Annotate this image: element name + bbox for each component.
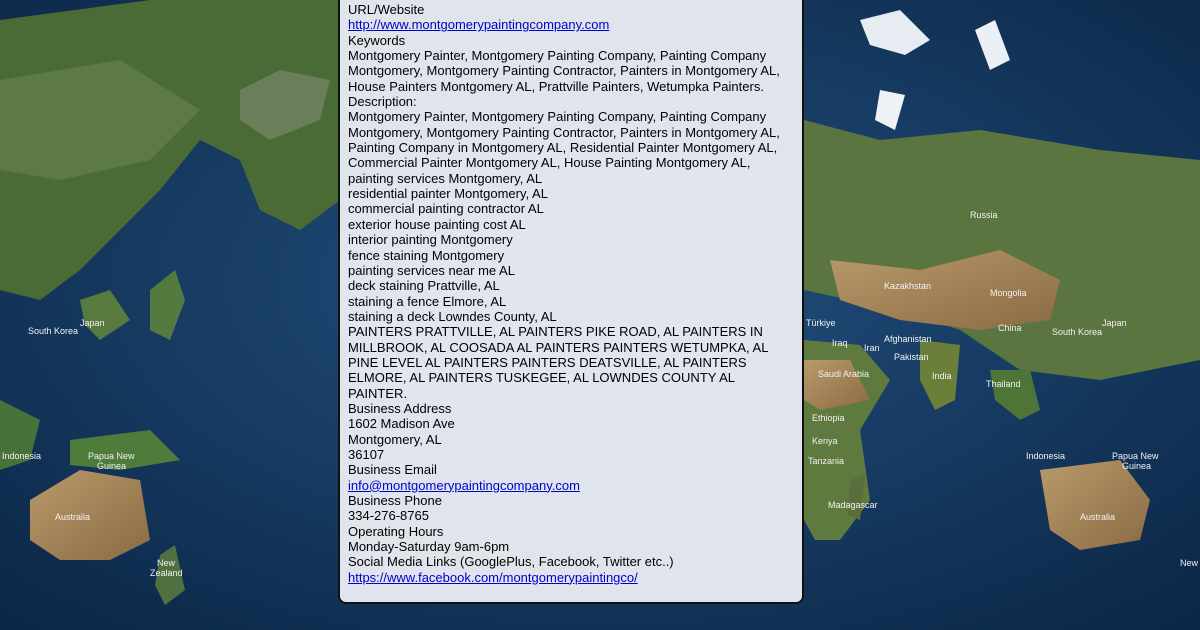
svg-text:Japan: Japan bbox=[1102, 318, 1127, 328]
address-label: Business Address bbox=[348, 400, 452, 416]
svg-text:Indonesia: Indonesia bbox=[2, 451, 41, 461]
address-street: 1602 Madison Ave bbox=[348, 416, 455, 432]
phone-label: Business Phone bbox=[348, 493, 442, 508]
svg-text:Papua New: Papua New bbox=[1112, 451, 1159, 461]
description-line: staining a deck Lowndes County, AL bbox=[348, 308, 557, 324]
keywords-text: Montgomery Painter, Montgomery Painting … bbox=[348, 48, 780, 94]
svg-text:Mongolia: Mongolia bbox=[990, 288, 1027, 298]
description-line: fence staining Montgomery bbox=[348, 247, 505, 263]
description-line: interior painting Montgomery bbox=[348, 232, 513, 248]
svg-text:Guinea: Guinea bbox=[1122, 461, 1151, 471]
facebook-link[interactable]: https://www.facebook.com/montgomerypaint… bbox=[348, 570, 802, 585]
svg-text:Afghanistan: Afghanistan bbox=[884, 334, 932, 344]
svg-text:Australia: Australia bbox=[55, 512, 90, 522]
description-service-areas: PAINTERS PRATTVILLE, AL PAINTERS PIKE RO… bbox=[348, 324, 768, 401]
website-link[interactable]: http://www.montgomerypaintingcompany.com bbox=[348, 17, 802, 32]
svg-text:Saudi Arabia: Saudi Arabia bbox=[818, 369, 869, 379]
svg-text:Papua New: Papua New bbox=[88, 451, 135, 461]
hours-label: Operating Hours bbox=[348, 523, 444, 539]
svg-text:Guinea: Guinea bbox=[97, 461, 126, 471]
svg-text:Tanzania: Tanzania bbox=[808, 456, 844, 466]
description-line: residential painter Montgomery, AL bbox=[348, 186, 548, 202]
address-zip: 36107 bbox=[348, 446, 385, 462]
svg-text:South Korea: South Korea bbox=[1052, 327, 1102, 337]
url-label: URL/Website bbox=[348, 2, 425, 17]
svg-text:Kenya: Kenya bbox=[812, 436, 838, 446]
phone-number: 334-276-8765 bbox=[348, 508, 429, 524]
description-line: staining a fence Elmore, AL bbox=[348, 293, 507, 309]
description-line: commercial painting contractor AL bbox=[348, 201, 544, 217]
svg-text:Iran: Iran bbox=[864, 343, 880, 353]
hours-value: Monday-Saturday 9am-6pm bbox=[348, 539, 510, 555]
svg-text:Australia: Australia bbox=[1080, 512, 1115, 522]
svg-text:Indonesia: Indonesia bbox=[1026, 451, 1065, 461]
business-listing-card: URL/Website http://www.montgomerypaintin… bbox=[338, 0, 804, 604]
svg-text:Zealand: Zealand bbox=[150, 568, 183, 578]
email-label: Business Email bbox=[348, 462, 437, 478]
svg-text:Russia: Russia bbox=[970, 210, 998, 220]
description-label: Description: bbox=[348, 94, 417, 110]
svg-text:Kazakhstan: Kazakhstan bbox=[884, 281, 931, 291]
svg-text:Pakistan: Pakistan bbox=[894, 352, 929, 362]
description-line: exterior house painting cost AL bbox=[348, 216, 526, 232]
description-line: deck staining Prattville, AL bbox=[348, 278, 500, 294]
svg-text:Japan: Japan bbox=[80, 318, 105, 328]
keywords-label: Keywords bbox=[348, 32, 406, 48]
description-line: painting services Montgomery, AL bbox=[348, 170, 543, 186]
svg-text:China: China bbox=[998, 323, 1022, 333]
description-intro: Montgomery Painter, Montgomery Painting … bbox=[348, 109, 780, 171]
svg-text:Madagascar: Madagascar bbox=[828, 500, 878, 510]
svg-text:Türkiye: Türkiye bbox=[806, 318, 836, 328]
svg-text:Ethiopia: Ethiopia bbox=[812, 413, 845, 423]
email-link[interactable]: info@montgomerypaintingcompany.com bbox=[348, 478, 802, 493]
social-label: Social Media Links (GooglePlus, Facebook… bbox=[348, 554, 674, 570]
svg-text:Thailand: Thailand bbox=[986, 379, 1021, 389]
svg-text:India: India bbox=[932, 371, 952, 381]
description-line: painting services near me AL bbox=[348, 262, 515, 278]
svg-text:New: New bbox=[157, 558, 176, 568]
svg-text:New: New bbox=[1180, 558, 1199, 568]
svg-text:South Korea: South Korea bbox=[28, 326, 78, 336]
svg-text:Iraq: Iraq bbox=[832, 338, 848, 348]
address-city: Montgomery, AL bbox=[348, 431, 442, 447]
